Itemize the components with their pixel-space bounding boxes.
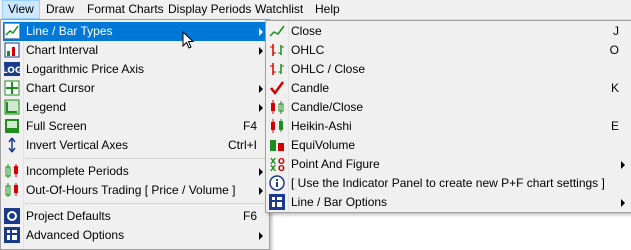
menu-item-heikin-ashi[interactable]: Heikin-Ashi E bbox=[268, 117, 629, 136]
ohlc-icon bbox=[269, 42, 285, 58]
menu-item-out-of-hours-trading[interactable]: Out-Of-Hours Trading [ Price / Volume ] bbox=[3, 181, 267, 200]
menu-draw[interactable]: Draw bbox=[41, 0, 79, 18]
line-chart-icon bbox=[4, 23, 20, 39]
svg-text:LOG: LOG bbox=[4, 66, 20, 76]
checkmark-icon bbox=[269, 80, 285, 96]
menu-item-equivolume[interactable]: EquiVolume bbox=[268, 136, 629, 155]
svg-text:X: X bbox=[270, 164, 277, 172]
options-icon bbox=[269, 194, 285, 210]
menu-item-label: Logarithmic Price Axis bbox=[26, 62, 145, 76]
menu-format-charts[interactable]: Format Charts bbox=[82, 0, 169, 18]
advanced-options-icon bbox=[4, 227, 20, 243]
candle-close-icon bbox=[269, 99, 285, 115]
line-bar-types-submenu: Close J OHLC O OHLC / Close Candle K Can… bbox=[265, 20, 631, 213]
menu-item-label: Advanced Options bbox=[26, 228, 125, 242]
menu-item-logarithmic-price-axis[interactable]: LOG Logarithmic Price Axis bbox=[2, 60, 267, 79]
menu-help[interactable]: Help bbox=[310, 0, 345, 18]
shortcut-label: O bbox=[609, 43, 619, 57]
menu-item-label: Project Defaults bbox=[26, 209, 111, 223]
menu-item-advanced-options[interactable]: Advanced Options bbox=[3, 226, 267, 245]
menu-item-candle-close[interactable]: Candle/Close bbox=[268, 98, 629, 117]
submenu-arrow-icon bbox=[621, 199, 625, 207]
heikin-ashi-icon bbox=[269, 118, 285, 134]
ohlc-close-icon bbox=[269, 61, 285, 77]
full-screen-icon bbox=[4, 118, 20, 134]
submenu-arrow-icon bbox=[259, 187, 263, 195]
incomplete-periods-icon bbox=[4, 163, 20, 179]
equivolume-icon bbox=[269, 137, 285, 153]
invert-axes-icon bbox=[4, 137, 20, 153]
menu-item-incomplete-periods[interactable]: Incomplete Periods bbox=[3, 162, 267, 181]
menu-item-label: Heikin-Ashi bbox=[291, 119, 352, 133]
menu-item-label: [ Use the Indicator Panel to create new … bbox=[291, 176, 605, 190]
shortcut-label: F6 bbox=[242, 209, 257, 223]
menu-item-invert-vertical-axes[interactable]: Invert Vertical Axes Ctrl+I bbox=[3, 136, 267, 155]
menu-item-candle[interactable]: Candle K bbox=[268, 79, 629, 98]
menu-item-label: OHLC / Close bbox=[291, 62, 366, 76]
menu-item-label: OHLC bbox=[291, 43, 325, 57]
menu-item-label: Chart Interval bbox=[26, 43, 99, 57]
submenu-arrow-icon bbox=[259, 47, 263, 55]
view-menu: Line / Bar Types Chart Interval LOG Loga… bbox=[0, 19, 270, 250]
shortcut-label: J bbox=[613, 24, 619, 38]
menu-item-label: Candle/Close bbox=[291, 100, 364, 114]
svg-text:O: O bbox=[278, 164, 285, 172]
menu-view[interactable]: View bbox=[2, 0, 40, 19]
menu-item-label: Point And Figure bbox=[291, 157, 380, 171]
log-axis-icon: LOG bbox=[2, 61, 22, 77]
menu-item-label: Full Screen bbox=[26, 119, 87, 133]
menu-item-label: Invert Vertical Axes bbox=[26, 138, 129, 152]
shortcut-label: E bbox=[610, 119, 619, 133]
menu-item-label: Legend bbox=[26, 100, 67, 114]
chart-interval-icon bbox=[4, 42, 20, 58]
menu-item-ohlc[interactable]: OHLC O bbox=[268, 41, 629, 60]
project-defaults-icon bbox=[4, 208, 20, 224]
submenu-arrow-icon bbox=[259, 104, 263, 112]
legend-icon bbox=[4, 99, 20, 115]
menu-item-label: EquiVolume bbox=[291, 138, 356, 152]
menu-separator bbox=[25, 203, 267, 204]
submenu-arrow-icon bbox=[259, 168, 263, 176]
menu-item-line-bar-options[interactable]: Line / Bar Options bbox=[268, 193, 629, 212]
menu-item-label: Close bbox=[291, 24, 322, 38]
shortcut-label: F4 bbox=[242, 119, 257, 133]
submenu-arrow-icon bbox=[621, 161, 625, 169]
menu-item-ohlc-close[interactable]: OHLC / Close bbox=[268, 60, 629, 79]
menu-item-label: Line / Bar Types bbox=[26, 24, 113, 38]
crosshair-icon bbox=[4, 80, 20, 96]
mouse-pointer-icon bbox=[182, 30, 196, 54]
menu-item-close[interactable]: Close J bbox=[268, 22, 629, 41]
menu-item-full-screen[interactable]: Full Screen F4 bbox=[3, 117, 267, 136]
menu-item-label: Incomplete Periods bbox=[26, 164, 129, 178]
menu-item-label: Candle bbox=[291, 81, 330, 95]
menu-item-legend[interactable]: Legend bbox=[3, 98, 267, 117]
menu-display-periods[interactable]: Display Periods bbox=[163, 0, 256, 18]
menu-item-chart-cursor[interactable]: Chart Cursor bbox=[3, 79, 267, 98]
submenu-arrow-icon bbox=[259, 85, 263, 93]
menu-item-label: Line / Bar Options bbox=[291, 195, 388, 209]
menu-item-label: Out-Of-Hours Trading [ Price / Volume ] bbox=[26, 183, 236, 197]
menu-item-project-defaults[interactable]: Project Defaults F6 bbox=[3, 207, 267, 226]
menu-item-chart-interval[interactable]: Chart Interval bbox=[3, 41, 267, 60]
point-and-figure-icon: XOXO bbox=[269, 156, 285, 173]
menu-separator bbox=[25, 158, 267, 159]
menu-item-pf-hint[interactable]: [ Use the Indicator Panel to create new … bbox=[268, 174, 629, 193]
menu-bar: View Draw Format Charts Display Periods … bbox=[0, 0, 631, 20]
menu-watchlist[interactable]: Watchlist bbox=[250, 0, 308, 18]
submenu-arrow-icon bbox=[259, 232, 263, 240]
shortcut-label: Ctrl+I bbox=[227, 138, 257, 152]
close-line-icon bbox=[269, 23, 285, 39]
menu-item-line-bar-types[interactable]: Line / Bar Types bbox=[3, 22, 267, 41]
menu-item-label: Chart Cursor bbox=[26, 81, 95, 95]
shortcut-label: K bbox=[610, 81, 619, 95]
info-icon bbox=[269, 175, 285, 191]
out-of-hours-icon bbox=[4, 182, 20, 198]
menu-item-point-and-figure[interactable]: XOXO Point And Figure bbox=[268, 155, 629, 174]
submenu-arrow-icon bbox=[259, 28, 263, 36]
